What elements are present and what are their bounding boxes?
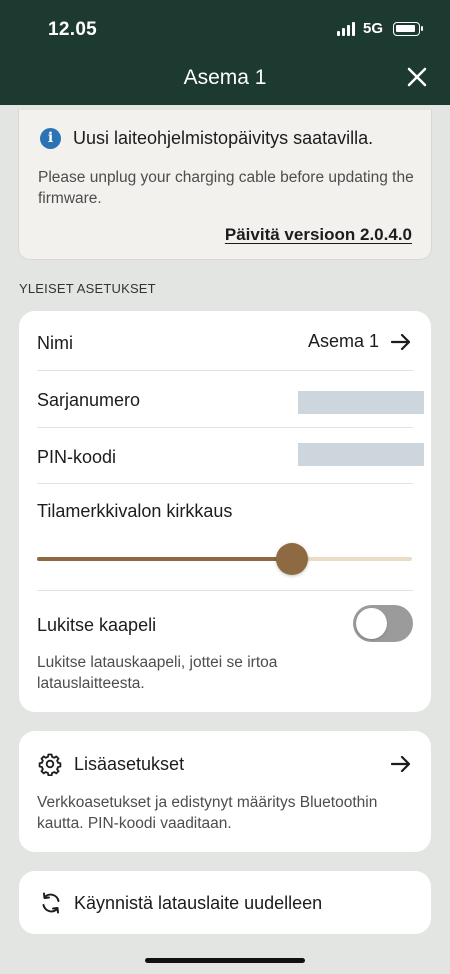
serial-value-redacted — [298, 391, 424, 414]
refresh-icon — [42, 892, 60, 914]
divider — [37, 590, 413, 591]
restart-charger-label: Käynnistä latauslaite uudelleen — [74, 893, 323, 913]
home-indicator[interactable] — [145, 958, 305, 963]
divider — [37, 483, 413, 484]
toggle-knob — [356, 608, 387, 639]
brightness-slider[interactable] — [37, 543, 412, 575]
lock-cable-toggle[interactable] — [353, 605, 413, 642]
slider-fill — [37, 557, 292, 561]
name-label: Nimi — [37, 333, 73, 353]
arrow-right-icon — [391, 333, 411, 350]
arrow-right-icon — [391, 756, 411, 772]
section-label: YLEISET ASETUKSET — [19, 281, 156, 296]
pin-label: PIN-koodi — [37, 447, 117, 467]
app-header: 12.05 5G Asema 1 — [0, 0, 450, 105]
slider-thumb[interactable] — [276, 543, 308, 575]
battery-icon — [393, 21, 423, 36]
brightness-label: Tilamerkkivalon kirkkaus — [37, 501, 233, 521]
status-indicators: 5G — [336, 20, 423, 37]
pin-row: PIN-koodi — [37, 428, 431, 484]
close-icon[interactable] — [406, 66, 428, 88]
serial-label: Sarjanumero — [37, 390, 141, 410]
network-type: 5G — [362, 20, 383, 37]
update-firmware-link[interactable]: Päivitä versioon 2.0.4.0 — [225, 225, 412, 245]
signal-icon — [336, 21, 355, 36]
pin-value-redacted — [298, 443, 424, 466]
info-icon: i — [40, 128, 61, 149]
banner-title: Uusi laiteohjelmistopäivitys saatavilla. — [73, 128, 374, 148]
advanced-settings-label: Lisäasetukset — [74, 754, 185, 774]
page-title: Asema 1 — [183, 66, 267, 89]
status-time: 12.05 — [48, 19, 98, 40]
name-row[interactable]: Nimi Asema 1 — [37, 311, 431, 370]
lock-cable-description: Lukitse latauskaapeli, jottei se irtoa l… — [37, 654, 278, 692]
advanced-settings-card[interactable]: Lisäasetukset Verkkoasetukset ja edistyn… — [19, 731, 431, 852]
banner-message: Please unplug your charging cable before… — [38, 169, 414, 207]
general-settings-card: Nimi Asema 1 Sarjanumero PIN-koodi Tilam… — [19, 311, 431, 712]
gear-icon — [38, 753, 62, 776]
restart-charger-card[interactable]: Käynnistä latauslaite uudelleen — [19, 871, 431, 934]
name-value-group: Asema 1 — [308, 331, 411, 352]
serial-row: Sarjanumero — [37, 371, 431, 427]
name-value: Asema 1 — [307, 331, 379, 351]
firmware-update-banner: i Uusi laiteohjelmistopäivitys saatavill… — [18, 110, 432, 260]
advanced-settings-description: Verkkoasetukset ja edistynyt määritys Bl… — [37, 794, 378, 832]
